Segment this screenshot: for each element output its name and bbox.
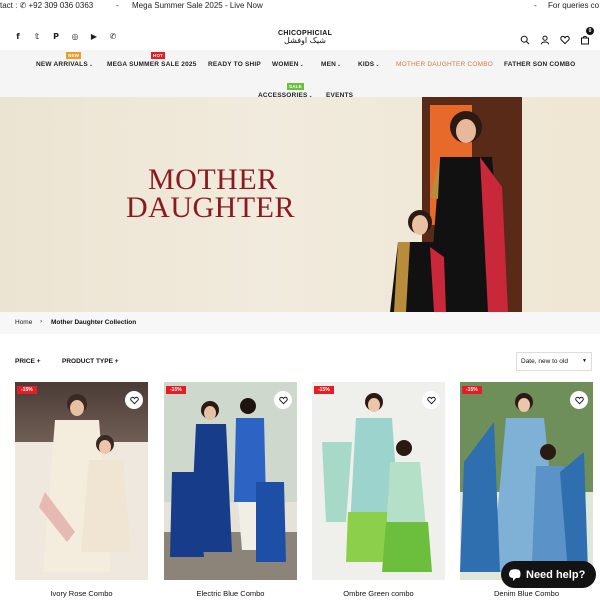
wishlist-button[interactable] — [274, 391, 292, 409]
wishlist-button[interactable] — [570, 391, 588, 409]
twitter-icon[interactable]: 𝕥 — [33, 32, 41, 41]
hero-line-2: DAUGHTER — [126, 191, 295, 224]
breadcrumb-current: Mother Daughter Collection — [51, 319, 137, 326]
nav-label: FATHER SON COMBO — [504, 61, 576, 68]
product-card[interactable]: -15% — [312, 382, 445, 582]
heart-icon — [426, 396, 436, 404]
need-help-label: Need help? — [526, 568, 586, 581]
instagram-icon[interactable]: ◎ — [71, 32, 79, 41]
chevron-down-icon: ⌄ — [88, 62, 94, 68]
nav-ready-to-ship[interactable]: READY TO SHIP — [208, 61, 261, 68]
heart-icon — [129, 396, 139, 404]
chevron-down-icon: ▼ — [582, 358, 587, 364]
product-card[interactable]: -15% — [15, 382, 148, 582]
need-help-button[interactable]: Need help? — [501, 561, 596, 588]
chevron-down-icon: ⌄ — [299, 62, 305, 68]
hot-badge: HOT — [151, 52, 166, 59]
contact-text: tact : ✆ +92 309 036 0363 — [0, 1, 94, 10]
nav-label: KIDS — [358, 61, 375, 68]
nav-kids[interactable]: KIDS⌄ — [358, 61, 380, 68]
hero-banner[interactable]: MOTHER DAUGHTER — [0, 97, 600, 312]
discount-badge: -15% — [314, 386, 334, 394]
product-title[interactable]: Electric Blue Combo — [164, 589, 297, 598]
nav-label: NEW ARRIVALS — [36, 61, 88, 68]
product-photo — [460, 382, 593, 572]
discount-badge: -15% — [462, 386, 482, 394]
pinterest-icon[interactable]: P — [52, 32, 60, 41]
chevron-right-icon: › — [40, 318, 43, 325]
filter-label: PRICE — [15, 358, 35, 365]
plus-icon: + — [114, 358, 119, 365]
separator-dash: - — [534, 1, 537, 10]
filter-bar: PRICE + PRODUCT TYPE + Date, new to old ▼ — [0, 352, 600, 372]
discount-badge: -15% — [166, 386, 186, 394]
site-logo[interactable]: CHICOPHICIAL شیک اوفشل — [278, 30, 332, 45]
sort-label: Date, new to old — [521, 358, 568, 365]
product-image[interactable]: -15% — [312, 382, 445, 580]
queries-text: For queries co — [548, 1, 600, 10]
nav-label: READY TO SHIP — [208, 61, 261, 68]
announcement-bar: tact : ✆ +92 309 036 0363 - Mega Summer … — [0, 0, 600, 14]
logo-urdu-text: شیک اوفشل — [284, 36, 326, 45]
wishlist-button[interactable] — [422, 391, 440, 409]
nav-label: MEGA SUMMER SALE 2025 — [107, 61, 197, 68]
site-header: f 𝕥 P ◎ ▶ ✆ CHICOPHICIAL شیک اوفشل 0 — [0, 14, 600, 50]
header-tools: 0 — [520, 27, 594, 45]
product-card[interactable]: -15% — [164, 382, 297, 582]
chevron-down-icon: ⌄ — [375, 62, 380, 68]
cart-count: 0 — [586, 27, 594, 35]
product-photo — [15, 394, 148, 580]
discount-badge: -15% — [17, 386, 37, 394]
breadcrumb: Home › Mother Daughter Collection — [0, 312, 600, 334]
breadcrumb-home[interactable]: Home — [15, 319, 32, 326]
nav-father-son[interactable]: FATHER SON COMBO — [504, 61, 575, 68]
nav-new-arrivals[interactable]: NEW NEW ARRIVALS⌄ — [36, 52, 94, 68]
hero-line-1: MOTHER — [148, 163, 278, 196]
user-icon[interactable] — [540, 32, 550, 45]
cart-icon[interactable]: 0 — [580, 27, 594, 45]
nav-mega-sale[interactable]: HOT MEGA SUMMER SALE 2025 — [107, 52, 197, 68]
heart-icon — [574, 396, 584, 404]
chevron-down-icon: ⌄ — [337, 62, 342, 68]
sale-badge: SALE — [287, 83, 304, 90]
product-photo — [164, 382, 297, 580]
youtube-icon[interactable]: ▶ — [90, 32, 98, 41]
nav-label: MEN — [321, 61, 337, 68]
nav-men[interactable]: MEN⌄ — [321, 61, 341, 68]
social-links: f 𝕥 P ◎ ▶ ✆ — [14, 32, 117, 41]
product-image[interactable]: -15% — [15, 382, 148, 580]
hero-title: MOTHER DAUGHTER — [126, 163, 295, 224]
product-card[interactable]: -15% — [460, 382, 593, 582]
nav-label: WOMEN — [272, 61, 299, 68]
facebook-icon[interactable]: f — [14, 32, 22, 41]
heart-icon[interactable] — [560, 32, 570, 45]
product-title[interactable]: Ombre Green combo — [312, 589, 445, 598]
separator-dash: - — [116, 1, 119, 10]
wishlist-button[interactable] — [125, 391, 143, 409]
product-photo — [322, 393, 432, 572]
nav-label: MOTHER DAUGHTER COMBO — [396, 61, 494, 68]
whatsapp-icon[interactable]: ✆ — [109, 32, 117, 41]
heart-icon — [278, 396, 288, 404]
filter-label: PRODUCT TYPE — [62, 358, 113, 365]
search-icon[interactable] — [520, 32, 530, 45]
product-title[interactable]: Denim Blue Combo — [460, 589, 593, 598]
nav-women[interactable]: WOMEN⌄ — [272, 61, 304, 68]
new-badge: NEW — [66, 52, 82, 59]
price-filter[interactable]: PRICE + — [15, 358, 40, 365]
sort-select[interactable]: Date, new to old ▼ — [516, 352, 592, 371]
product-title[interactable]: Ivory Rose Combo — [15, 589, 148, 598]
nav-mother-daughter[interactable]: MOTHER DAUGHTER COMBO — [396, 61, 493, 68]
hero-photo — [390, 97, 522, 312]
product-image[interactable]: -15% — [164, 382, 297, 580]
chat-icon — [509, 568, 521, 581]
sale-text: Mega Summer Sale 2025 - Live Now — [132, 1, 263, 10]
product-image[interactable]: -15% — [460, 382, 593, 580]
plus-icon: + — [36, 358, 41, 365]
product-type-filter[interactable]: PRODUCT TYPE + — [62, 358, 119, 365]
